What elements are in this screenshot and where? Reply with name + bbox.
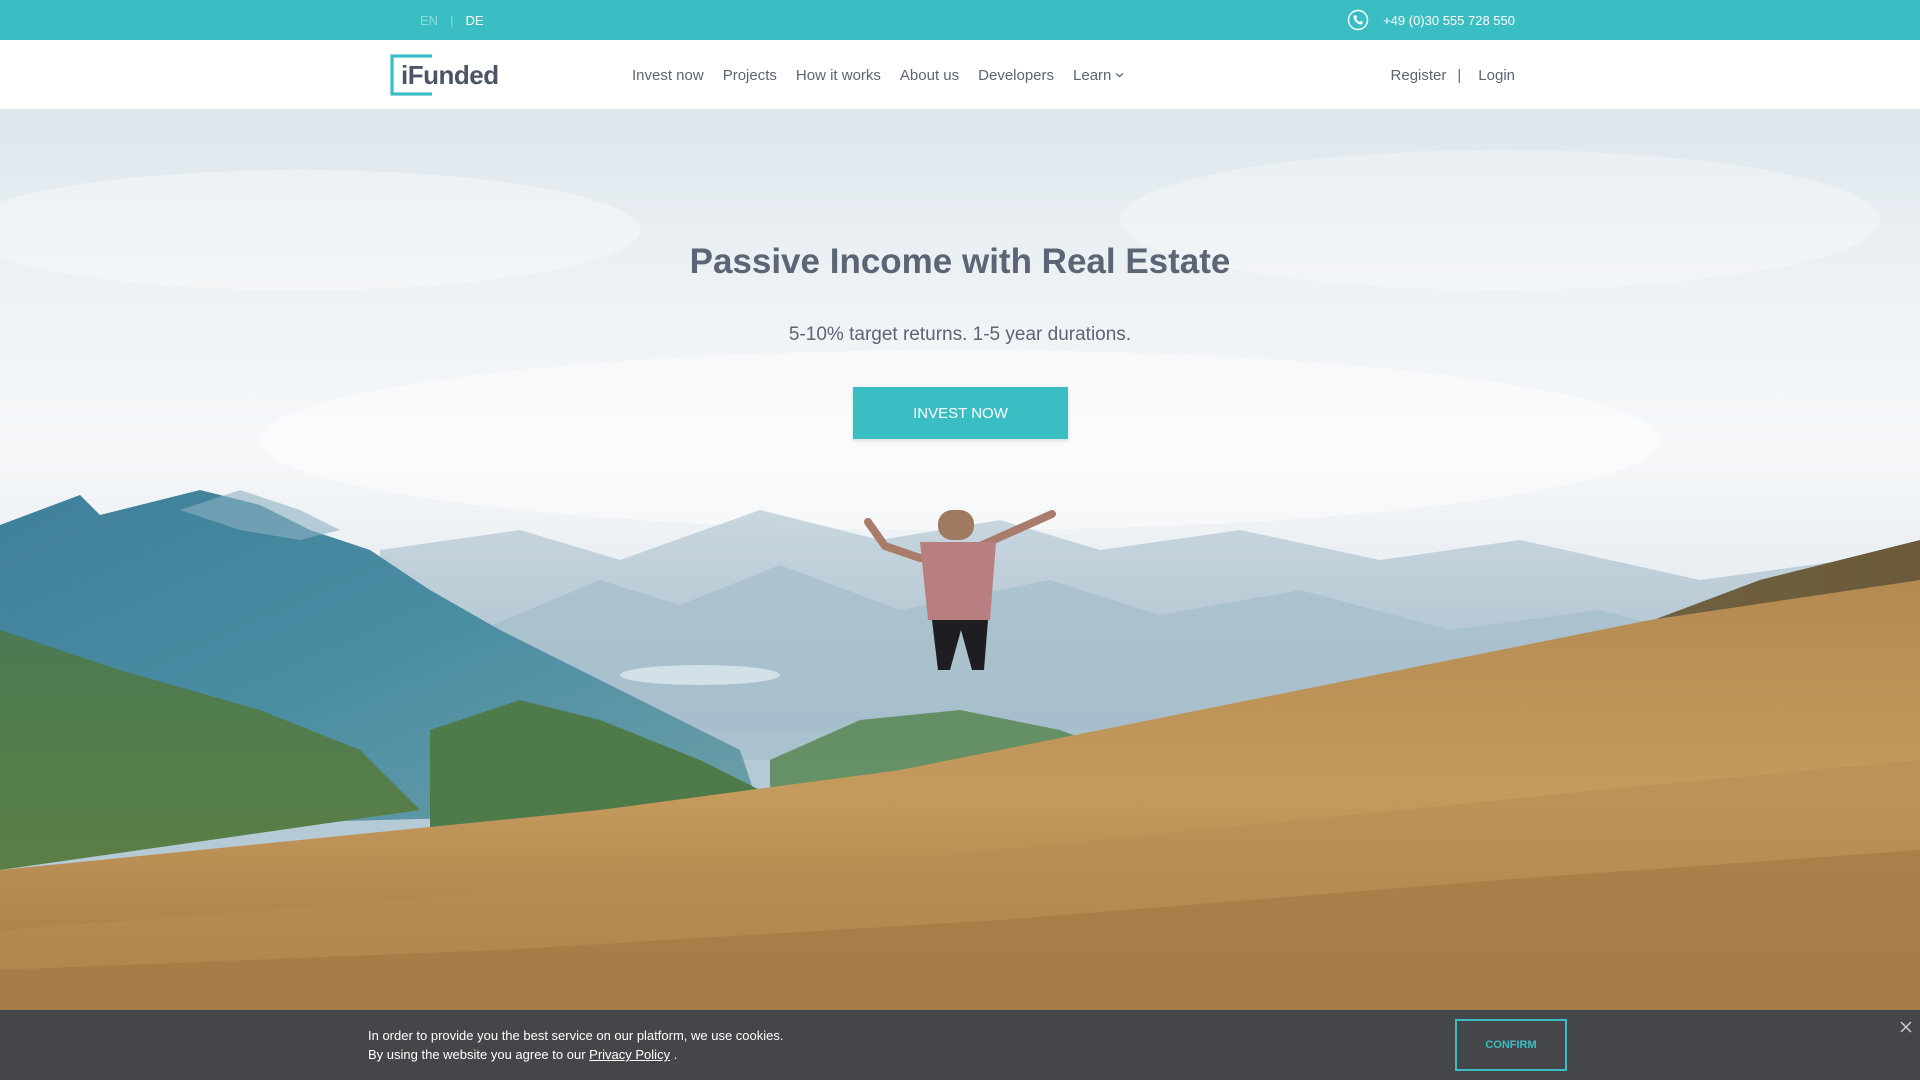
close-icon[interactable] bbox=[1898, 1019, 1914, 1035]
logo-text: iFunded bbox=[401, 59, 499, 90]
cookie-line-1: In order to provide you the best service… bbox=[368, 1028, 784, 1043]
main-nav: Invest now Projects How it works About u… bbox=[632, 40, 1143, 110]
logo[interactable]: iFunded bbox=[390, 54, 499, 96]
chevron-down-icon bbox=[1115, 72, 1124, 78]
lang-separator: | bbox=[450, 12, 454, 28]
register-link[interactable]: Register bbox=[1391, 67, 1447, 84]
confirm-cookies-button[interactable]: CONFIRM bbox=[1455, 1019, 1567, 1071]
main-header: iFunded Invest now Projects How it works… bbox=[0, 40, 1920, 110]
nav-invest-now[interactable]: Invest now bbox=[632, 67, 704, 84]
nav-projects[interactable]: Projects bbox=[723, 67, 777, 84]
login-link[interactable]: Login bbox=[1478, 67, 1515, 84]
nav-about-us[interactable]: About us bbox=[900, 67, 959, 84]
nav-developers[interactable]: Developers bbox=[978, 67, 1054, 84]
nav-learn-label: Learn bbox=[1073, 66, 1112, 84]
phone-contact[interactable]: +49 (0)30 555 728 550 bbox=[1347, 0, 1515, 40]
auth-separator: | bbox=[1457, 66, 1462, 84]
lang-de[interactable]: DE bbox=[465, 13, 483, 28]
nav-how-it-works[interactable]: How it works bbox=[796, 67, 881, 84]
cookie-text: In order to provide you the best service… bbox=[368, 1026, 784, 1064]
hero-title: Passive Income with Real Estate bbox=[689, 242, 1231, 281]
cookie-line-2-prefix: By using the website you agree to our bbox=[368, 1047, 586, 1062]
hero-section: Passive Income with Real Estate 5-10% ta… bbox=[0, 110, 1920, 1010]
cookie-line-2: By using the website you agree to our Pr… bbox=[368, 1045, 784, 1064]
cookie-banner: In order to provide you the best service… bbox=[0, 1010, 1920, 1080]
language-switcher: EN | DE bbox=[420, 0, 484, 40]
auth-links: Register | Login bbox=[1391, 40, 1515, 110]
cookie-line-2-suffix: . bbox=[673, 1047, 678, 1062]
privacy-policy-link[interactable]: Privacy Policy bbox=[589, 1047, 670, 1062]
phone-icon bbox=[1347, 9, 1369, 31]
nav-learn[interactable]: Learn bbox=[1073, 67, 1124, 84]
invest-now-button[interactable]: INVEST NOW bbox=[853, 387, 1068, 439]
top-bar: EN | DE +49 (0)30 555 728 550 bbox=[0, 0, 1920, 40]
phone-number[interactable]: +49 (0)30 555 728 550 bbox=[1383, 13, 1515, 28]
hero-subtitle: 5-10% target returns. 1-5 year durations… bbox=[788, 324, 1132, 345]
lang-en[interactable]: EN bbox=[420, 13, 438, 28]
